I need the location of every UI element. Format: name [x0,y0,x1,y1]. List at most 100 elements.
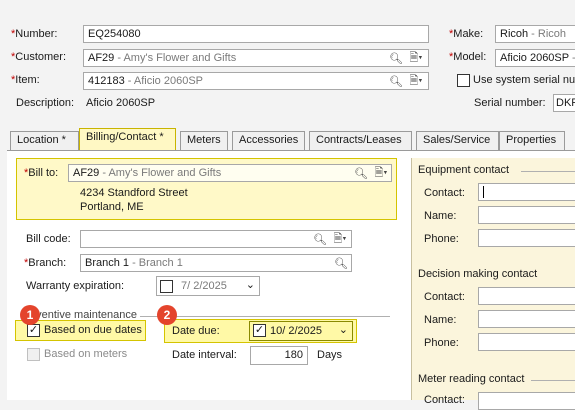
warranty-value: 7/ 2/2025 [181,280,227,292]
decision-name-label: Name: [424,314,457,326]
tab-billing-contact[interactable]: Billing/Contact * [79,128,176,151]
item-code: 412183 [88,75,125,87]
date-due-value: 10/ 2/2025 [270,325,322,337]
number-value: EQ254080 [88,28,141,40]
branch-label-text: Branch: [28,257,67,269]
branch-code: Branch 1 [85,257,130,269]
date-due-label: Date due: [172,325,220,337]
model-name: - A [569,52,575,64]
step-1-badge: 1 [20,305,40,325]
make-label: *Make: [449,28,484,40]
text-cursor [483,186,488,198]
number-field[interactable]: EQ254080 [83,25,429,43]
decision-phone-label: Phone: [424,337,459,349]
serial-field[interactable]: DKF [553,94,575,112]
dropdown-menu-icon[interactable]: 🗎▾ [329,231,351,247]
bill-code-label: Bill code: [26,233,71,245]
equipment-contact-title: Equipment contact [418,164,510,176]
number-label: *Number: [11,28,58,40]
date-due-checkbox[interactable]: ✓ [253,324,266,337]
warranty-date-field[interactable]: 7/ 2/2025 ⌄ [156,276,260,296]
binoculars-search-icon[interactable]: 🔍︎ [312,231,328,247]
customer-name: - Amy's Flower and Gifts [114,52,237,64]
description-value: Aficio 2060SP [86,97,156,109]
tab-meters[interactable]: Meters [180,131,228,150]
date-interval-field[interactable]: 180 [250,346,308,365]
make-code: Ricoh [500,28,529,40]
equipment-phone-field[interactable] [478,229,575,247]
search-icon[interactable]: 🔍︎ [389,73,403,89]
equipment-phone-label: Phone: [424,233,459,245]
item-label-text: Item: [15,74,40,86]
branch-field[interactable]: Branch 1 - Branch 1 [80,254,352,272]
meters-label: Based on meters [44,348,128,360]
make-name: - Ricoh [528,28,567,40]
meter-contact-title: Meter reading contact [418,373,525,385]
customer-code: AF29 [88,52,115,64]
bill-to-address-line2: Portland, ME [80,201,144,213]
equipment-contact-label: Contact: [424,187,465,199]
equipment-name-field[interactable] [478,206,575,224]
serial-label: Serial number: [474,97,546,109]
warranty-label: Warranty expiration: [26,280,125,292]
branch-label: *Branch: [24,257,67,269]
customer-label-text: Customer: [15,51,67,63]
dropdown-menu-icon[interactable]: 🗎▾ [405,73,427,89]
meters-checkbox[interactable] [27,348,40,361]
bill-to-label: *Bill to: [24,167,59,179]
description-label: Description: [16,97,75,109]
search-icon[interactable]: 🔍︎ [389,50,403,66]
equipment-name-label: Name: [424,210,457,222]
bill-to-code: AF29 [73,167,100,179]
warranty-enable-checkbox[interactable] [160,280,173,293]
branch-name: - Branch 1 [129,257,183,269]
meter-divider [531,380,575,381]
days-label: Days [317,349,343,361]
serial-value: DKF [556,97,575,109]
decision-contact-title: Decision making contact [418,268,538,280]
make-label-text: Make: [453,28,484,40]
chevron-down-icon[interactable]: ⌄ [246,278,255,291]
item-label: *Item: [11,74,40,86]
decision-name-field[interactable] [478,310,575,328]
date-interval-value: 180 [284,349,303,361]
preventive-group-divider [140,316,390,317]
tab-location[interactable]: Location * [10,131,79,150]
bill-to-name: - Amy's Flower and Gifts [99,167,222,179]
customer-label: *Customer: [11,51,67,63]
date-due-field[interactable]: ✓ 10/ 2/2025 ⌄ [249,321,353,341]
search-icon[interactable]: 🔍︎ [333,255,349,271]
tab-contracts-leases[interactable]: Contracts/Leases [309,131,412,150]
tab-accessories[interactable]: Accessories [232,131,305,150]
tab-properties[interactable]: Properties [499,131,565,150]
meter-contact-label: Contact: [424,394,465,406]
number-label-text: Number: [15,28,58,40]
model-label: *Model: [449,51,487,63]
equipment-contact-field[interactable] [478,183,575,201]
search-icon[interactable]: 🔍︎ [354,165,368,181]
chevron-down-icon[interactable]: ⌄ [339,323,348,336]
due-dates-label: Based on due dates [44,324,142,336]
dropdown-menu-icon[interactable]: 🗎▾ [405,50,427,66]
date-interval-label: Date interval: [172,349,237,361]
customer-field[interactable]: AF29 - Amy's Flower and Gifts [83,49,429,67]
model-field[interactable]: Aficio 2060SP - A [495,49,575,67]
bill-to-field[interactable]: AF29 - Amy's Flower and Gifts [68,164,392,182]
system-serial-label: Use system serial num [473,74,575,86]
dropdown-menu-icon[interactable]: 🗎▾ [370,165,392,181]
due-dates-checkbox[interactable]: ✓ [27,324,40,337]
model-label-text: Model: [453,51,487,63]
equipment-divider [521,171,575,172]
make-field[interactable]: Ricoh - Ricoh [495,25,575,43]
tab-sales-service[interactable]: Sales/Service [416,131,499,150]
model-code: Aficio 2060SP [500,52,569,64]
item-name: - Aficio 2060SP [124,75,203,87]
decision-phone-field[interactable] [478,333,575,351]
item-field[interactable]: 412183 - Aficio 2060SP [83,72,429,90]
bill-to-address-line1: 4234 Standford Street [80,187,188,199]
bill-to-label-text: Bill to: [28,167,59,179]
decision-contact-label: Contact: [424,291,465,303]
decision-contact-field[interactable] [478,287,575,305]
meter-contact-field[interactable] [478,392,575,410]
system-serial-checkbox[interactable] [457,74,470,87]
